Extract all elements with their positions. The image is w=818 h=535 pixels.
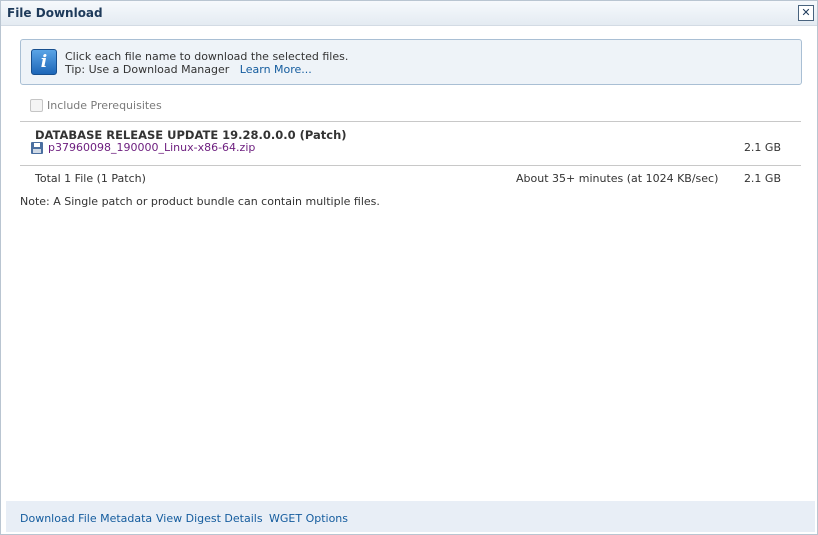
info-tip: Tip: Use a Download Manager Learn More..… bbox=[65, 63, 312, 76]
total-files: Total 1 File (1 Patch) bbox=[35, 172, 146, 185]
wget-options-link[interactable]: WGET Options bbox=[269, 512, 348, 525]
file-download-link[interactable]: p37960098_190000_Linux-x86-64.zip bbox=[48, 141, 255, 154]
info-icon: i bbox=[31, 49, 57, 75]
file-download-dialog: File Download ✕ i Click each file name t… bbox=[0, 0, 818, 535]
dialog-footer: Download File Metadata View Digest Detai… bbox=[6, 501, 815, 532]
total-size: 2.1 GB bbox=[743, 172, 781, 185]
view-digest-details-link[interactable]: View Digest Details bbox=[156, 512, 263, 525]
file-row: p37960098_190000_Linux-x86-64.zip bbox=[31, 141, 255, 154]
note-text: Note: A Single patch or product bundle c… bbox=[20, 195, 380, 208]
tip-text: Tip: Use a Download Manager bbox=[65, 63, 230, 76]
floppy-disk-icon bbox=[31, 141, 43, 154]
divider-top bbox=[20, 121, 801, 122]
info-box: i Click each file name to download the s… bbox=[20, 39, 802, 85]
divider-bottom bbox=[20, 165, 801, 166]
dialog-title: File Download bbox=[7, 6, 103, 20]
include-prerequisites-checkbox[interactable] bbox=[30, 99, 43, 112]
close-button[interactable]: ✕ bbox=[798, 5, 814, 21]
include-prerequisites-label: Include Prerequisites bbox=[47, 99, 162, 112]
info-message: Click each file name to download the sel… bbox=[65, 50, 349, 63]
download-eta: About 35+ minutes (at 1024 KB/sec) bbox=[516, 172, 719, 185]
dialog-titlebar: File Download ✕ bbox=[1, 1, 817, 26]
include-prerequisites[interactable]: Include Prerequisites bbox=[30, 99, 162, 112]
patch-title: DATABASE RELEASE UPDATE 19.28.0.0.0 (Pat… bbox=[35, 128, 347, 142]
file-size: 2.1 GB bbox=[743, 141, 781, 154]
download-file-metadata-link[interactable]: Download File Metadata bbox=[20, 512, 152, 525]
learn-more-link[interactable]: Learn More... bbox=[240, 63, 312, 76]
